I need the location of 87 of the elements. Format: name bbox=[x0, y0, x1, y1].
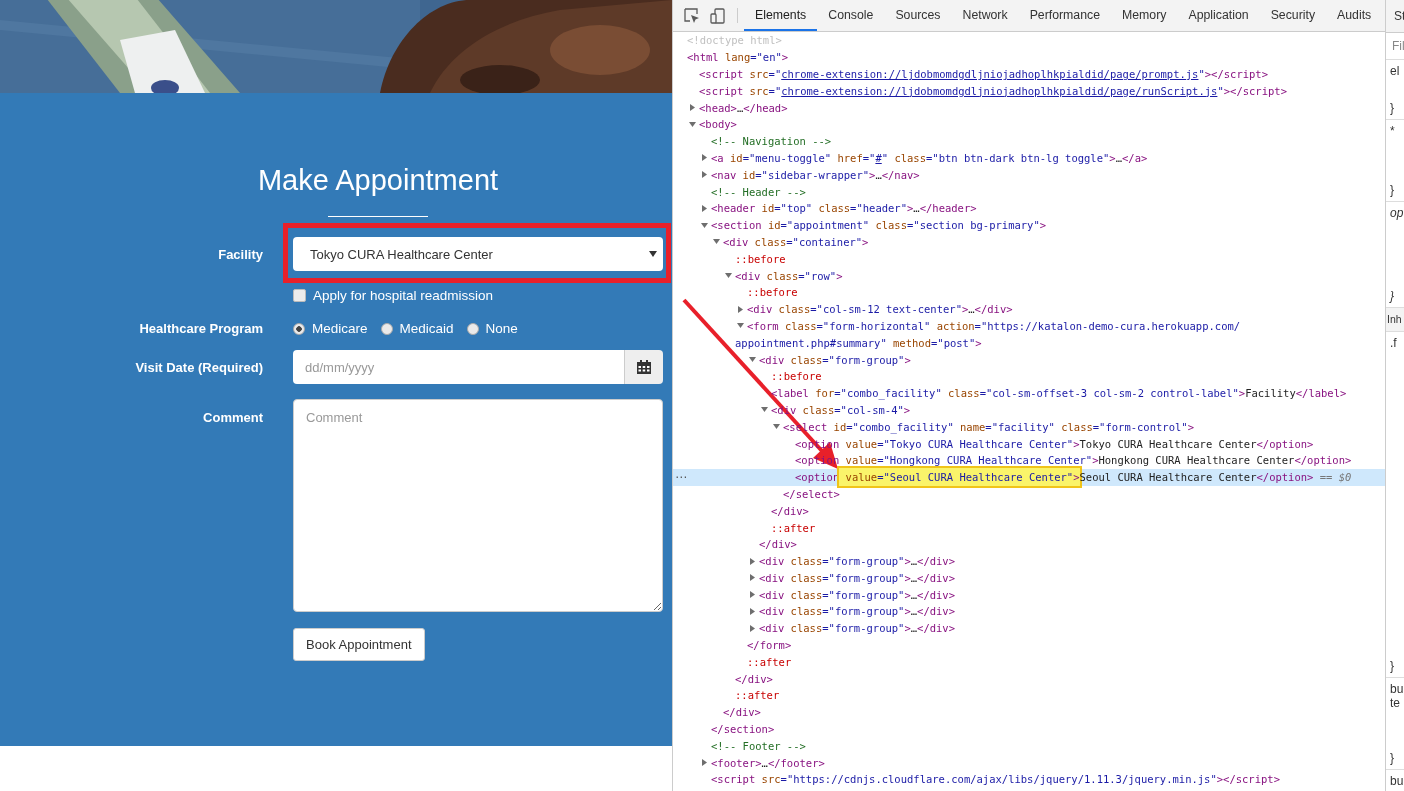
devtools-tab[interactable]: Sources bbox=[884, 0, 952, 31]
code-text: <html lang="en"> bbox=[687, 51, 789, 64]
field-label: Visit Date (Required) bbox=[135, 359, 263, 375]
caret-icon bbox=[649, 251, 657, 257]
code-text: <nav id="sidebar-wrapper">…</nav> bbox=[711, 168, 920, 181]
code-text: ::after bbox=[735, 689, 780, 702]
code-text: </form> bbox=[747, 639, 792, 652]
code-text: <!-- Header --> bbox=[711, 185, 806, 198]
field-label: Facility bbox=[218, 246, 263, 262]
devtools-tab[interactable]: Memory bbox=[1111, 0, 1178, 31]
code-text: </section> bbox=[711, 723, 775, 736]
cursor-in-box-icon bbox=[684, 7, 700, 24]
code-text: <!doctype html> bbox=[687, 34, 782, 47]
code-text: ::before bbox=[771, 370, 822, 383]
code-text: ::before bbox=[747, 286, 798, 299]
style-text: } bbox=[1390, 289, 1395, 303]
code-text: <div class="form-group">…</div> bbox=[759, 605, 955, 618]
date-field[interactable]: dd/mm/yyyy bbox=[293, 350, 624, 384]
checkbox-label: Apply for hospital readmission bbox=[313, 288, 494, 303]
code-text: ::after bbox=[771, 521, 816, 534]
radio-label: Medicare bbox=[312, 321, 368, 336]
code-text: <div class="col-sm-12 text-center">…</div> bbox=[747, 303, 1013, 316]
code-text: <div class="row"> bbox=[735, 269, 843, 282]
code-text: ::before bbox=[735, 252, 786, 265]
devtools-tab[interactable]: Application bbox=[1177, 0, 1260, 31]
more-icon[interactable]: ⋯ bbox=[675, 468, 687, 486]
devtools-tab[interactable]: Performance bbox=[1018, 0, 1112, 31]
book-appointment-button[interactable]: Book Appointment bbox=[293, 628, 425, 661]
code-text: <script src="https://cdnjs.cloudflare.com/ajax/libs/jquery/1.11.3/jquery.min.js"></script> bbox=[711, 773, 1280, 786]
code-text: </select> bbox=[783, 487, 840, 500]
style-text: bu bbox=[1390, 682, 1404, 696]
code-text: <div class="form-group">…</div> bbox=[759, 571, 955, 584]
highlighted-code: value="Seoul CURA Healthcare Center"> bbox=[839, 468, 1080, 487]
code-text: </div> bbox=[759, 538, 797, 551]
code-text: <!-- Navigation --> bbox=[711, 135, 832, 148]
radio-label: None bbox=[485, 321, 518, 336]
field-label: Healthcare Program bbox=[139, 321, 263, 336]
style-text: * bbox=[1390, 124, 1396, 138]
radio-button[interactable] bbox=[380, 322, 393, 335]
devtools-tab[interactable]: Console bbox=[817, 0, 885, 31]
code-text: <script src="chrome-extension://ljdobmomdgdljniojadhoplhkpialdid/page/prompt.js"></script> bbox=[699, 68, 1268, 80]
code-text: <div class="form-group">…</div> bbox=[759, 622, 955, 635]
devtools-tab[interactable]: Security bbox=[1259, 0, 1327, 31]
radio-label: Medicaid bbox=[399, 321, 454, 336]
style-text: } bbox=[1390, 659, 1395, 673]
style-text: .f bbox=[1390, 336, 1398, 350]
code-text: <script src="chrome-extension://ljdobmomdgdljniojadhoplhkpialdid/page/runScript.js"></script> bbox=[699, 84, 1287, 97]
devtools-tab[interactable]: Network bbox=[951, 0, 1019, 31]
code-text: <!-- Footer --> bbox=[711, 739, 806, 752]
facility-dropdown[interactable]: Tokyo CURA Healthcare Center bbox=[293, 237, 663, 271]
code-text: <a id="menu-toggle" href="#" class="btn btn-dark btn-lg toggle">…</a> bbox=[711, 151, 1148, 164]
style-text: el bbox=[1390, 64, 1401, 78]
devtools-tab[interactable]: Elements bbox=[744, 0, 818, 31]
code-text: </div> bbox=[735, 672, 773, 685]
code-text: <div class="form-group">…</div> bbox=[759, 555, 955, 568]
style-text: } bbox=[1390, 183, 1395, 197]
page-title: Make Appointment bbox=[256, 163, 499, 197]
code-text: <div class="form-group">…</div> bbox=[759, 588, 955, 601]
code-text: appointment.php#summary" method="post"> bbox=[735, 336, 982, 349]
device-icon bbox=[710, 7, 726, 24]
style-text: } bbox=[1390, 101, 1395, 115]
code-text: <div class="form-group"> bbox=[759, 353, 911, 366]
code-text: <footer>…</footer> bbox=[711, 756, 825, 769]
style-text: te bbox=[1390, 696, 1401, 710]
code-text: ::after bbox=[747, 655, 792, 668]
filter-field[interactable]: Fil bbox=[1392, 39, 1404, 53]
radio-button[interactable] bbox=[293, 322, 305, 335]
code-text: <head>…</head> bbox=[699, 101, 788, 114]
radio-button[interactable] bbox=[466, 322, 479, 335]
code-text: <body> bbox=[699, 118, 737, 131]
code-text: <label for="combo_facility" class="col-sm-offset-3 col-sm-2 control-label">Facility</label> bbox=[771, 387, 1347, 400]
style-text: Inh bbox=[1387, 312, 1403, 326]
code-text: <div class="container"> bbox=[723, 235, 869, 248]
code-text: <section id="appointment" class="section bg-primary"> bbox=[711, 219, 1047, 232]
code-text: <form class="form-horizontal" action="https://katalon-demo-cura.herokuapp.com/ bbox=[747, 319, 1241, 332]
devtools-tab[interactable]: Audits bbox=[1326, 0, 1383, 31]
code-text: <header id="top" class="header">…</header> bbox=[711, 202, 977, 215]
code-text: </div> bbox=[723, 706, 761, 719]
calendar-button[interactable] bbox=[624, 350, 663, 384]
comment-field[interactable]: Comment bbox=[293, 399, 663, 612]
code-text: </div> bbox=[771, 504, 809, 517]
calendar-icon bbox=[637, 360, 651, 374]
style-text: } bbox=[1390, 751, 1395, 765]
checkbox[interactable] bbox=[293, 289, 306, 302]
style-text: bu bbox=[1390, 774, 1404, 788]
field-label: Comment bbox=[203, 410, 263, 425]
style-text: op bbox=[1390, 206, 1404, 220]
